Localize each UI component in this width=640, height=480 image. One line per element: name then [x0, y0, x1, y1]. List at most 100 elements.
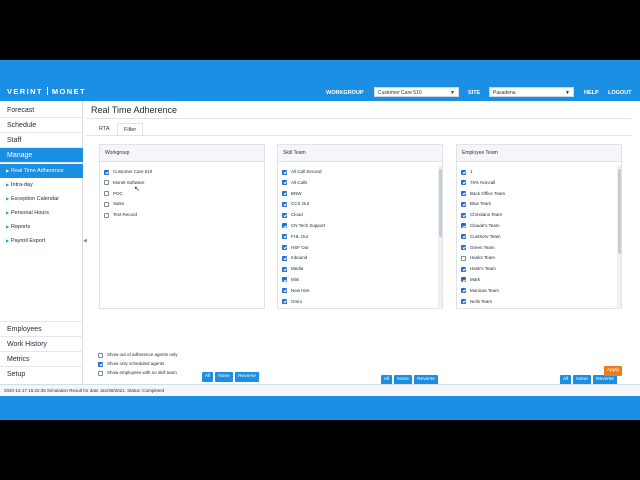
sidebar-subitem-payroll-export[interactable]: ▶ Payroll Export — [0, 234, 83, 248]
workgroup-all-button[interactable]: All — [202, 372, 213, 382]
employee_team-item[interactable]: Back Office Team — [461, 189, 505, 200]
checkbox[interactable] — [282, 299, 287, 305]
checkbox[interactable] — [461, 180, 466, 186]
workgroup-reverse-button[interactable]: Reverse — [235, 372, 259, 382]
checkbox[interactable] — [282, 180, 287, 186]
checkbox[interactable] — [98, 352, 103, 358]
employee_team-item[interactable]: Green Team — [461, 243, 505, 254]
employee_team-item[interactable]: CustServ Team — [461, 232, 505, 243]
checkbox[interactable] — [282, 212, 287, 218]
checkbox[interactable] — [282, 288, 287, 294]
logout-link[interactable]: LOGOUT — [608, 89, 632, 97]
checkbox[interactable] — [282, 191, 287, 197]
workgroup-item[interactable]: Monet Software — [104, 178, 152, 189]
sidebar-subitem-real-time-adherence[interactable]: ▶ Real Time Adherence — [0, 164, 83, 178]
checkbox[interactable] — [461, 191, 466, 197]
skill_team-item[interactable]: CN Tech Support — [282, 221, 325, 232]
checkbox[interactable] — [461, 266, 466, 272]
skill_team-item[interactable]: Omni — [282, 297, 325, 308]
employee_team-item[interactable]: 75% Noncall — [461, 178, 505, 189]
sidebar-subitem-personal-hours[interactable]: ▶ Personal Hours — [0, 206, 83, 220]
workgroup-select[interactable]: Customer Care 510 ▼ — [374, 87, 459, 97]
employee_team-item[interactable]: Mark — [461, 275, 505, 286]
sidebar-item-schedule[interactable]: Schedule — [0, 118, 83, 133]
sidebar-item-employees[interactable]: Employees — [0, 321, 83, 336]
site-select[interactable]: Pasadena ▼ — [489, 87, 574, 97]
checkbox-label: Hank's Team — [470, 266, 496, 272]
site-select-value: Pasadena — [493, 90, 516, 96]
employee_team-item[interactable]: Christians Team — [461, 210, 505, 221]
employee_team-item[interactable]: Blue Team — [461, 199, 505, 210]
checkbox-label: Neils Team — [470, 298, 493, 304]
checkbox[interactable] — [98, 361, 103, 367]
sidebar-item-manage[interactable]: Manage — [0, 148, 83, 163]
employee_team-item[interactable]: Monicas Team — [461, 286, 505, 297]
sidebar-item-setup[interactable]: Setup — [0, 366, 83, 381]
caret-right-icon: ▶ — [6, 196, 10, 201]
checkbox[interactable] — [282, 223, 287, 229]
sidebar-subitem-exception-calendar[interactable]: ▶ Exception Calendar — [0, 192, 83, 206]
checkbox[interactable] — [461, 223, 466, 229]
checkbox[interactable] — [104, 212, 109, 218]
checkbox[interactable] — [461, 169, 466, 175]
checkbox[interactable] — [461, 288, 466, 294]
checkbox-label: 75% Noncall — [470, 179, 496, 185]
skill_team-item[interactable]: Mini — [282, 275, 325, 286]
checkbox[interactable] — [104, 191, 109, 197]
sidebar-item-staff[interactable]: Staff — [0, 133, 83, 148]
skill-team-scrollbar[interactable] — [438, 165, 442, 309]
sidebar-subitem-reports[interactable]: ▶ Reports — [0, 220, 83, 234]
checkbox[interactable] — [461, 277, 466, 283]
employee_team-item[interactable]: Neils Team — [461, 297, 505, 308]
skill_team-item[interactable]: BNW — [282, 189, 325, 200]
option-row[interactable]: Show employees with no skill team — [98, 368, 177, 378]
skill_team-item[interactable]: All Call Second — [282, 167, 325, 178]
checkbox[interactable] — [282, 169, 287, 175]
checkbox[interactable] — [282, 234, 287, 240]
checkbox[interactable] — [282, 255, 287, 261]
sidebar-item-metrics[interactable]: Metrics — [0, 351, 83, 366]
employee_team-item[interactable]: 1 — [461, 167, 505, 178]
scrollbar-thumb[interactable] — [617, 169, 621, 254]
help-link[interactable]: HELP — [584, 89, 599, 97]
apply-button[interactable]: Apply — [604, 366, 622, 376]
sidebar-item-forecast[interactable]: Forecast — [0, 103, 83, 118]
employee_team-item[interactable]: Hank's Team — [461, 264, 505, 275]
skill_team-item[interactable]: Inbound — [282, 253, 325, 264]
checkbox[interactable] — [282, 266, 287, 272]
employee_team-item[interactable]: Hanks Team — [461, 253, 505, 264]
checkbox[interactable] — [104, 180, 109, 186]
sidebar-subitem-intra-day[interactable]: ▶ Intra-day — [0, 178, 83, 192]
employee-team-panel: Employee Team 1 75% Noncall Back Office Te… — [456, 144, 622, 309]
checkbox[interactable] — [98, 370, 103, 376]
sidebar-item-work-history[interactable]: Work History — [0, 336, 83, 351]
workgroup-none-button[interactable]: None — [215, 372, 233, 382]
skill_team-item[interactable]: Media — [282, 264, 325, 275]
workgroup-item[interactable]: Sales — [104, 199, 152, 210]
skill_team-item[interactable]: FHL Out — [282, 232, 325, 243]
main-content: Real Time Adherence RTA Filter Workgroup… — [86, 101, 640, 385]
skill_team-item[interactable]: CCS Out — [282, 199, 325, 210]
checkbox[interactable] — [461, 234, 466, 240]
employee-team-scrollbar[interactable] — [617, 165, 621, 309]
checkbox[interactable] — [461, 201, 466, 207]
checkbox[interactable] — [461, 299, 466, 305]
checkbox[interactable] — [282, 277, 287, 283]
checkbox-label: Claude's Team — [470, 222, 500, 228]
checkbox[interactable] — [461, 255, 466, 261]
checkbox[interactable] — [461, 212, 466, 218]
skill_team-item[interactable]: Cloud — [282, 210, 325, 221]
workgroup-item[interactable]: Test Record — [104, 210, 152, 221]
skill_team-item[interactable]: HSF Out — [282, 243, 325, 254]
checkbox[interactable] — [282, 201, 287, 207]
checkbox[interactable] — [282, 245, 287, 251]
employee_team-item[interactable]: Claude's Team — [461, 221, 505, 232]
checkbox[interactable] — [104, 201, 109, 207]
skill_team-item[interactable]: All Calls — [282, 178, 325, 189]
workgroup-item[interactable]: Customer Care 510 — [104, 167, 152, 178]
checkbox[interactable] — [104, 169, 109, 175]
workgroup-item[interactable]: POC — [104, 189, 152, 200]
skill_team-item[interactable]: New Hire — [282, 286, 325, 297]
checkbox[interactable] — [461, 245, 466, 251]
scrollbar-thumb[interactable] — [438, 169, 442, 237]
